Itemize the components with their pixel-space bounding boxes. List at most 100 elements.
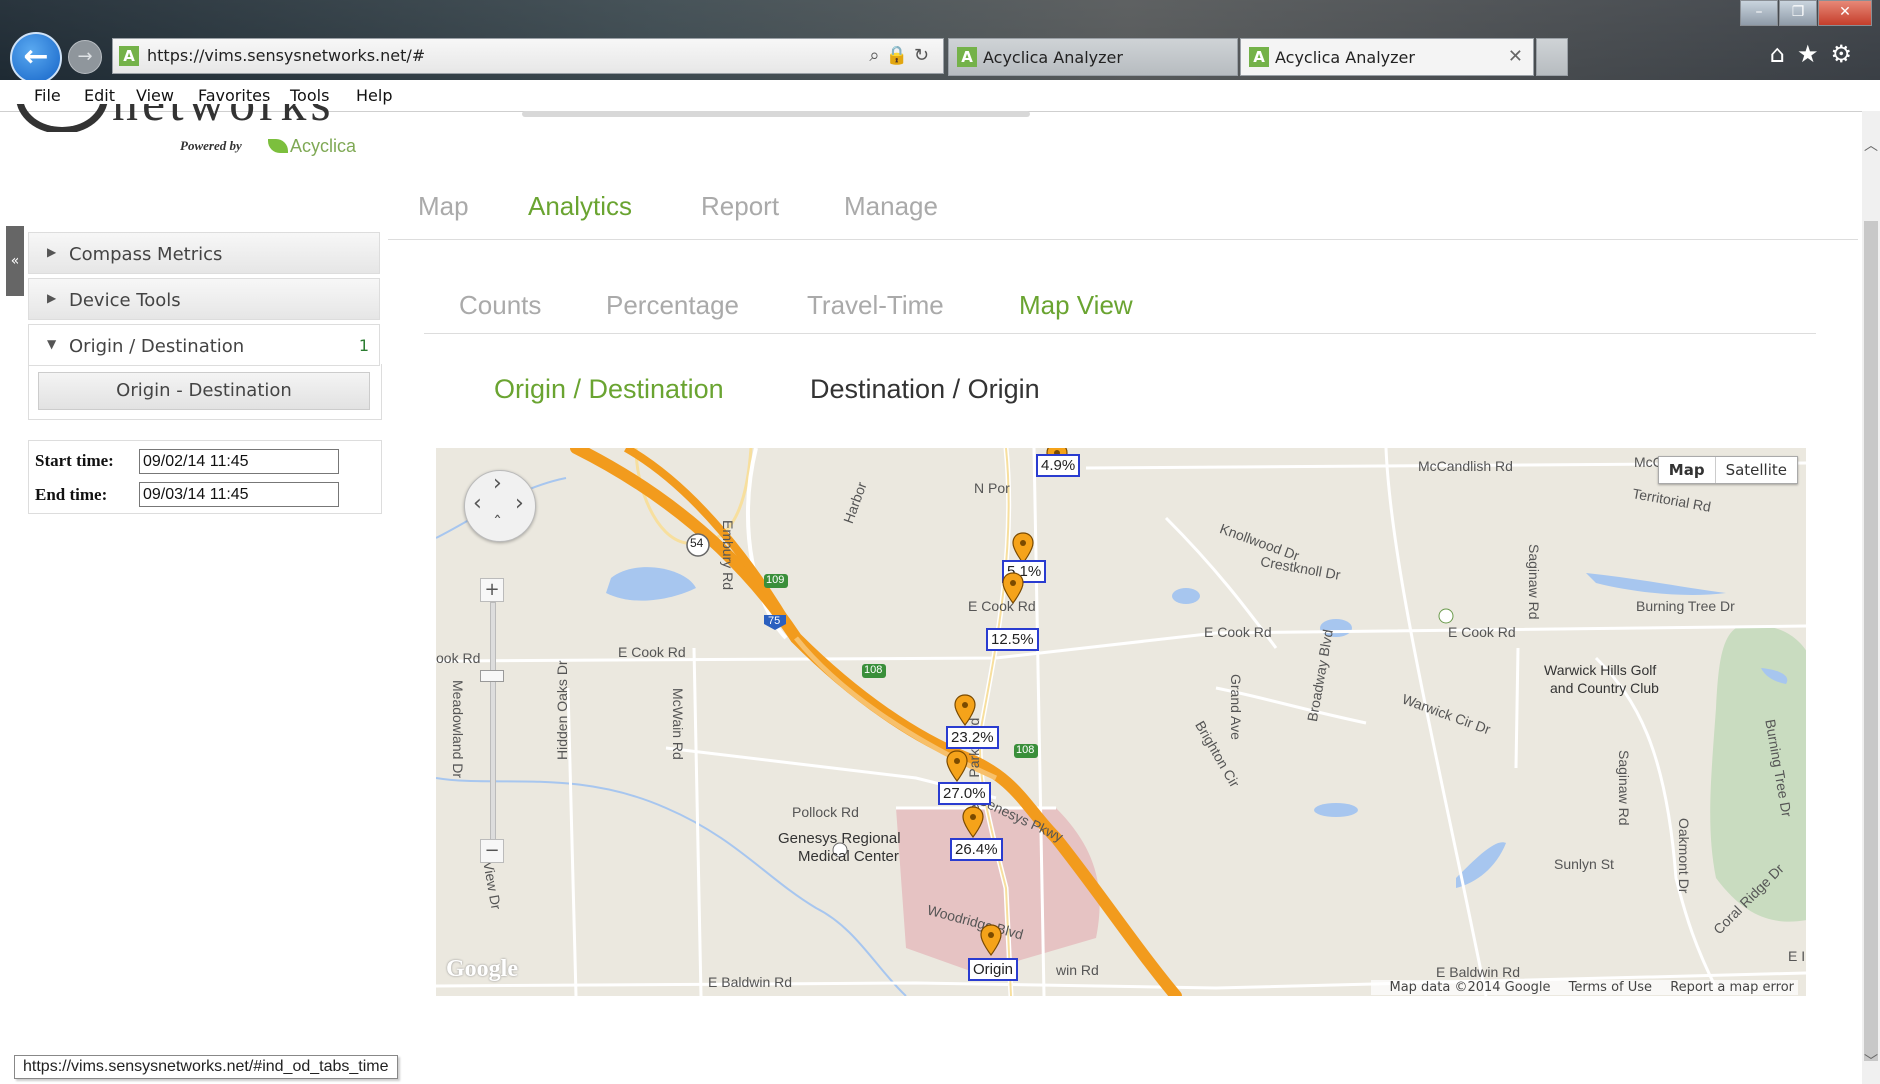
logo-arc-icon [16,104,108,132]
caret-down-icon: ▼ [47,337,57,351]
menu-file[interactable]: File [34,86,61,105]
scroll-down-icon[interactable]: ﹀ [1864,1051,1878,1071]
nav-analytics[interactable]: Analytics [528,191,632,222]
scroll-up-icon[interactable]: ︿ [1864,135,1878,155]
home-icon[interactable]: ⌂ [1770,40,1797,68]
caret-right-icon: ▶ [47,291,57,305]
menu-favorites[interactable]: Favorites [198,86,270,105]
sidebar-collapse-handle[interactable]: « [6,226,24,296]
search-icon[interactable]: ⌕ [869,45,885,66]
lock-icon[interactable]: 🔒 [885,45,913,66]
tab-destination-origin[interactable]: Destination / Origin [810,374,1040,405]
map-marker-icon[interactable] [962,806,984,838]
caret-right-icon: ▶ [47,245,57,259]
powered-by-text: Powered by [180,138,242,153]
window-close-button[interactable]: ✕ [1818,0,1872,26]
zoom-in-button[interactable]: + [480,578,504,602]
window-controls: – ❐ ✕ [1739,0,1872,26]
browser-tab-1[interactable]: A Acyclica Analyzer [948,38,1238,76]
street-label: Burning Tree Dr [1636,598,1735,614]
map-tiles [436,448,1806,996]
favorites-star-icon[interactable]: ★ [1797,40,1831,68]
sidebar-section-origin-destination[interactable]: ▼ Origin / Destination 1 [28,324,380,366]
od-percentage-label: 26.4% [950,838,1003,861]
menu-help[interactable]: Help [356,86,392,105]
zoom-out-button[interactable]: − [480,839,504,863]
restore-button[interactable]: ❐ [1779,0,1817,26]
minimize-button[interactable]: – [1740,0,1778,26]
od-percentage-label: 4.9% [1036,454,1081,477]
zoom-slider-handle[interactable] [480,670,504,682]
tab-travel-time[interactable]: Travel-Time [807,290,944,321]
map-marker-icon[interactable] [1002,572,1024,604]
address-url[interactable]: https://vims.sensysnetworks.net/# [147,46,425,65]
address-bar[interactable]: A https://vims.sensysnetworks.net/# ⌕🔒↻ [112,38,944,74]
map-type-map-button[interactable]: Map [1659,457,1716,483]
origin-destination-button[interactable]: Origin - Destination [38,372,370,410]
terms-of-use-link[interactable]: Terms of Use [1569,980,1652,995]
start-time-input[interactable] [139,449,339,474]
sidebar-section-device-tools[interactable]: ▶ Device Tools [28,278,380,320]
street-label: Grand Ave [1228,674,1244,740]
route-shield-108: 108 [864,664,883,676]
street-label: Oakmont Dr [1676,818,1692,894]
section-label: Device Tools [69,290,181,311]
map-marker-icon[interactable] [946,750,968,782]
pan-left-icon[interactable]: ‹ [473,491,482,516]
section-label: Origin / Destination [69,336,245,357]
menu-tools[interactable]: Tools [290,86,329,105]
scrollbar-thumb[interactable] [1864,221,1878,1061]
forward-button[interactable]: → [68,40,102,74]
street-label: Saginaw Rd [1526,544,1542,620]
browser-chrome: – ❐ ✕ ← → A https://vims.sensysnetworks.… [0,0,1880,112]
street-label: McWain Rd [670,688,686,760]
od-percentage-label: 27.0% [938,782,991,805]
zoom-slider-track[interactable] [490,602,496,841]
od-percentage-label: 23.2% [946,726,999,749]
pan-right-icon[interactable]: › [515,491,524,516]
street-label: Sunlyn St [1554,856,1614,872]
browser-tab-2-active[interactable]: A Acyclica Analyzer ✕ [1240,38,1534,76]
street-label: Embury Rd [720,520,736,591]
route-shield-75: 75 [768,615,781,627]
pan-control[interactable]: › ‹ › ˆ [464,470,536,542]
nav-report[interactable]: Report [701,191,779,222]
acyclica-logo-text: Acyclica [290,136,357,156]
street-label: E I [1788,948,1806,964]
refresh-icon[interactable]: ↻ [914,45,935,66]
menu-view[interactable]: View [136,86,174,105]
map-data-credit: Map data ©2014 Google [1389,980,1551,995]
report-map-error-link[interactable]: Report a map error [1670,980,1794,995]
google-logo: Google [446,956,518,982]
od-percentage-label: 12.5% [986,628,1039,651]
settings-gear-icon[interactable]: ⚙ [1830,40,1864,68]
back-button[interactable]: ← [10,32,62,84]
back-arrow-icon: ← [23,39,49,74]
tab-percentage[interactable]: Percentage [606,290,739,321]
tab-counts[interactable]: Counts [459,290,541,321]
map-canvas[interactable]: 54 109 75 108 108 McCandlish Rd McC Terr… [436,448,1806,996]
pan-up-icon[interactable]: › [493,471,502,496]
subtab-divider [424,333,1816,334]
map-type-satellite-button[interactable]: Satellite [1716,457,1797,483]
pan-down-icon[interactable]: ˆ [493,513,502,534]
site-favicon-icon: A [119,46,139,66]
sidebar-section-compass-metrics[interactable]: ▶ Compass Metrics [28,232,380,274]
tab-map-view[interactable]: Map View [1019,290,1133,321]
nav-map[interactable]: Map [418,191,469,222]
map-marker-icon[interactable] [980,924,1002,956]
menu-edit[interactable]: Edit [84,86,115,105]
od-origin-label: Origin [968,958,1019,981]
street-label: E Baldwin Rd [708,974,793,990]
new-tab-button[interactable] [1536,38,1568,76]
street-label: ook Rd [436,650,481,666]
street-label: win Rd [1056,962,1099,978]
page-scrollbar[interactable]: ︿ ﹀ [1862,111,1880,1084]
street-label: E Cook Rd [1448,624,1516,640]
nav-manage[interactable]: Manage [844,191,938,222]
end-time-input[interactable] [139,482,339,507]
tab-close-icon[interactable]: ✕ [1508,46,1523,67]
tab-origin-destination[interactable]: Origin / Destination [494,374,724,405]
section-label: Compass Metrics [69,244,223,265]
map-marker-icon[interactable] [954,694,976,726]
